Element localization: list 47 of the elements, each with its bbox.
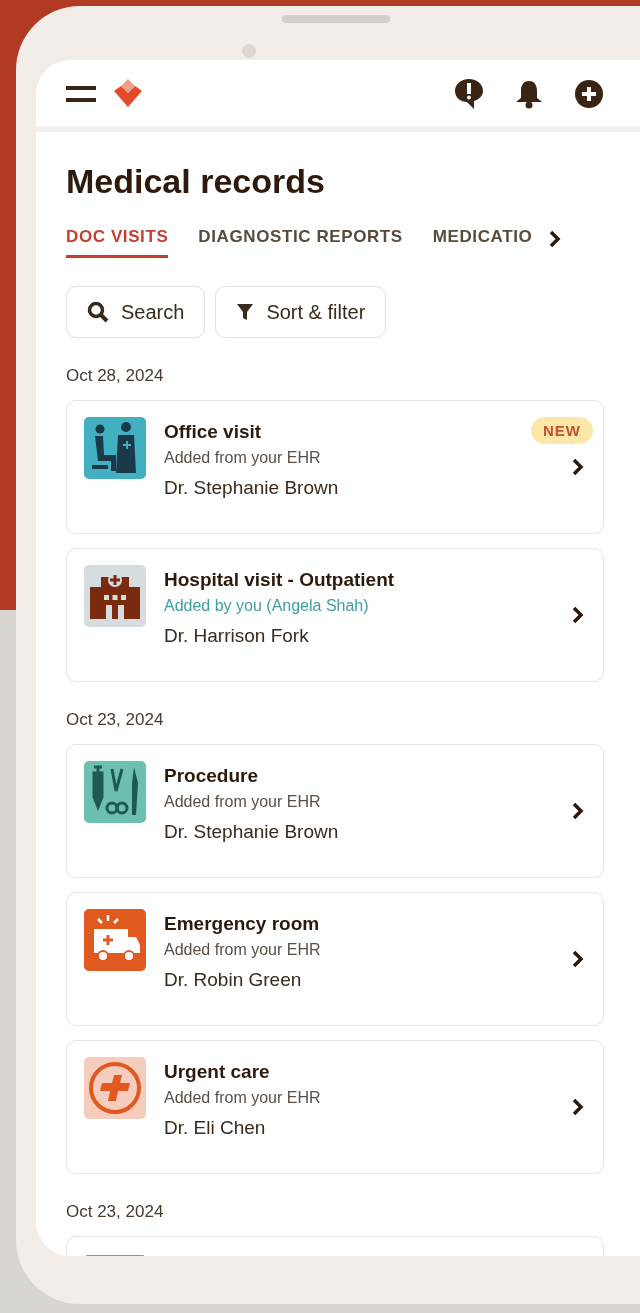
chevron-right-icon: [571, 457, 585, 477]
date-heading: Oct 23, 2024: [66, 1202, 165, 1222]
tab[interactable]: DOC VISITS: [66, 227, 169, 258]
logo-icon: [112, 79, 144, 109]
doctor-name: Dr. Eli Chen: [164, 1117, 267, 1139]
doctor-name: Dr. Harrison Fork: [164, 625, 310, 647]
chevron-right-icon: [571, 605, 585, 625]
date-heading: Oct 23, 2024: [66, 710, 165, 730]
date-heading: Oct 28, 2024: [66, 366, 165, 386]
ambulance-icon: [84, 909, 146, 971]
visit-title: Emergency room: [164, 913, 321, 935]
visit-source: Added from your EHR: [164, 793, 322, 811]
visit-card[interactable]: Procedure Added from your EHR Dr. Stephanie Brown: [66, 744, 604, 878]
urgent-cross-icon: [84, 1057, 146, 1119]
page-title: Medical records: [66, 162, 326, 201]
visit-title: Hospital visit - Outpatient: [164, 569, 396, 591]
visit-card[interactable]: Urgent care Added from your EHR Dr. Eli Chen: [66, 1040, 604, 1174]
hospital-building-icon: [84, 565, 146, 627]
filter-icon: [236, 302, 255, 322]
visit-title: Urgent care: [164, 1061, 271, 1083]
bell-icon[interactable]: [514, 79, 544, 109]
search-button[interactable]: Search: [66, 286, 206, 338]
chevron-right-icon: [571, 801, 585, 821]
chevron-right-icon[interactable]: [548, 228, 563, 249]
new-badge: NEW: [531, 417, 593, 444]
visit-title: Procedure: [164, 765, 259, 787]
surgical-tools-icon: [84, 761, 146, 823]
chevron-right-icon: [571, 1097, 585, 1117]
doctor-name: Dr. Stephanie Brown: [164, 821, 340, 843]
visit-card[interactable]: Hospital visit - Outpatient Added by you (Angela Shah) Dr. Harrison Fork: [66, 548, 604, 682]
doctor-name: Dr. Stephanie Brown: [164, 477, 340, 499]
tab[interactable]: DIAGNOSTIC REPORTS: [198, 227, 403, 258]
tab[interactable]: MEDICATIO: [432, 227, 533, 258]
doctor-name: Dr. Robin Green: [164, 969, 303, 991]
visit-source: Added by you (Angela Shah): [164, 597, 370, 615]
add-icon[interactable]: [574, 79, 604, 109]
menu-icon[interactable]: [66, 84, 96, 104]
visit-card[interactable]: Emergency room Added from your EHR Dr. Robin Green: [66, 892, 604, 1026]
visit-source: Added from your EHR: [164, 1089, 322, 1107]
visit-card[interactable]: Office visit Added from your EHR Dr. Stephanie Brown NEW: [66, 400, 604, 534]
alert-bubble-icon[interactable]: [454, 78, 484, 110]
sort-filter-button[interactable]: Sort & filter: [215, 286, 387, 338]
chevron-right-icon: [571, 949, 585, 969]
office-visit-icon: [84, 417, 146, 479]
visit-source: Added from your EHR: [164, 941, 322, 959]
visit-source: Added from your EHR: [164, 449, 322, 467]
search-icon: [87, 301, 109, 323]
